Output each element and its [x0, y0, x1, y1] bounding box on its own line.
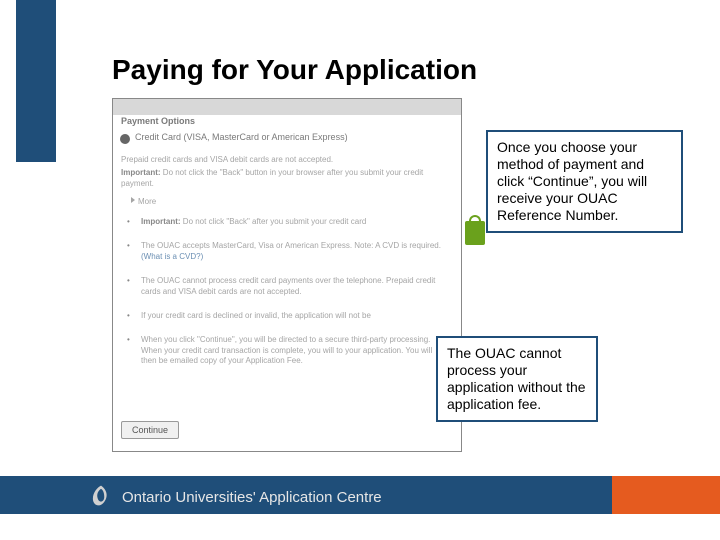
- note-important-line2: payment.: [121, 179, 154, 188]
- info-bullet-list: Important: Do not click "Back" after you…: [123, 217, 448, 381]
- list-item: The OUAC accepts MasterCard, Visa or Ame…: [123, 241, 448, 262]
- note-important-line1: Important: Do not click the "Back" butto…: [121, 168, 423, 177]
- continue-button[interactable]: Continue: [121, 421, 179, 439]
- panel-header-text: Payment Options: [121, 116, 195, 126]
- panel-header-bar: [113, 99, 461, 115]
- callout-reference-number: Once you choose your method of payment a…: [486, 130, 683, 233]
- more-toggle[interactable]: More: [131, 197, 156, 206]
- lock-icon: [465, 221, 485, 245]
- list-item: The OUAC cannot process credit card paym…: [123, 276, 448, 297]
- secure-seal: bestr: [465, 221, 485, 245]
- list-item: When you click "Continue", you will be d…: [123, 335, 448, 366]
- note-prepaid: Prepaid credit cards and VISA debit card…: [121, 155, 333, 164]
- credit-card-radio-label: Credit Card (VISA, MasterCard or America…: [135, 132, 348, 142]
- callout-fee-required: The OUAC cannot process your application…: [436, 336, 598, 422]
- swirl-icon: [88, 484, 114, 510]
- credit-card-radio[interactable]: [121, 135, 129, 143]
- triangle-right-icon: [131, 197, 135, 203]
- what-is-cvd-link[interactable]: (What is a CVD?): [141, 252, 203, 261]
- list-item: Important: Do not click "Back" after you…: [123, 217, 448, 227]
- decor-stripe: [16, 0, 56, 162]
- footer-accent: [612, 476, 720, 514]
- list-item: If your credit card is declined or inval…: [123, 311, 448, 321]
- payment-options-panel: Payment Options Credit Card (VISA, Maste…: [112, 98, 462, 452]
- footer-brand-text: Ontario Universities' Application Centre: [122, 489, 382, 506]
- page-title: Paying for Your Application: [112, 54, 477, 86]
- ouac-logo: Ontario Universities' Application Centre: [88, 484, 382, 510]
